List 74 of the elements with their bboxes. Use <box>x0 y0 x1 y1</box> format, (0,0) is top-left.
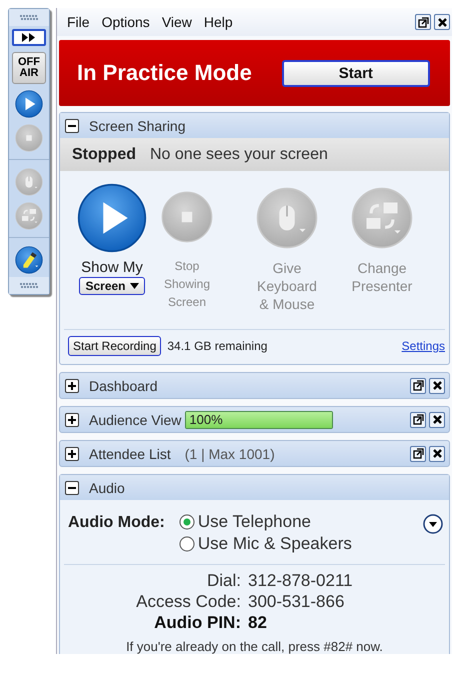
restore-button[interactable] <box>410 412 426 428</box>
screen-dropdown[interactable]: Screen <box>79 277 145 295</box>
start-button[interactable]: Start <box>282 60 430 86</box>
panel-header[interactable]: Attendee List (1 | Max 1001) <box>59 440 450 467</box>
expand-button[interactable] <box>65 412 79 426</box>
panel-title: Dashboard <box>89 378 158 394</box>
panel-header[interactable]: Audience View 100% <box>59 406 450 433</box>
close-button[interactable] <box>429 378 445 394</box>
close-icon <box>432 448 442 459</box>
restore-button[interactable] <box>410 378 426 394</box>
close-icon <box>432 380 442 391</box>
audio-note: If you're already on the call, press #82# now. <box>125 639 384 654</box>
menu-item[interactable]: View <box>162 14 192 30</box>
restore-button[interactable] <box>415 14 431 30</box>
close-button[interactable] <box>429 446 445 462</box>
plus-icon <box>67 380 77 390</box>
mode-title: In Practice Mode <box>77 60 252 86</box>
close-button[interactable] <box>434 14 450 30</box>
action-label: Stop Showing Screen <box>162 258 212 311</box>
close-button[interactable] <box>429 412 445 428</box>
restore-icon <box>412 380 424 391</box>
off-air-button[interactable]: OFF AIR <box>12 52 46 84</box>
info-value: 312-878-0211 <box>248 571 354 591</box>
grip-handle[interactable] <box>20 15 38 20</box>
play-icon[interactable] <box>15 90 43 118</box>
panel-title: Audio <box>89 480 125 496</box>
radio-option[interactable]: Use Mic & Speakers <box>178 534 352 554</box>
panel-title: Audience View <box>89 412 182 428</box>
fast-forward-icon <box>22 33 36 42</box>
dropdown-icon[interactable] <box>423 514 443 534</box>
info-value: 300-531-866 <box>248 592 346 612</box>
collapse-button[interactable] <box>65 480 79 494</box>
expand-button[interactable] <box>65 378 79 392</box>
status-text: No one sees your screen <box>150 146 328 164</box>
progress-text: 100% <box>189 412 223 428</box>
radio-button[interactable] <box>178 514 195 530</box>
restore-icon <box>418 16 428 28</box>
info-label: Access Code: <box>135 592 241 612</box>
audio-mode-label: Audio Mode: <box>68 513 165 532</box>
radio-option[interactable]: Use Telephone <box>178 512 352 532</box>
panel-header[interactable]: Dashboard <box>59 372 450 399</box>
panel-title: Screen Sharing <box>89 118 186 134</box>
expand-button[interactable] <box>12 29 46 46</box>
storage-remaining: 34.1 GB remaining <box>167 339 268 353</box>
action-label: Change Presenter <box>350 259 414 295</box>
menu-item[interactable]: File <box>67 14 90 30</box>
radio-button[interactable] <box>178 536 195 552</box>
menu-item[interactable]: Options <box>102 14 150 30</box>
info-label: Audio PIN: <box>153 613 241 633</box>
settings-link[interactable]: Settings <box>402 339 445 353</box>
close-icon <box>432 414 442 425</box>
collapse-button[interactable] <box>65 118 79 132</box>
panel-header[interactable]: Audio <box>60 475 449 500</box>
caret-icon <box>130 283 139 289</box>
info-value: 82 <box>248 613 268 633</box>
close-icon <box>436 16 448 28</box>
expand-button[interactable] <box>65 446 79 460</box>
start-recording-button[interactable]: Start Recording <box>68 336 162 356</box>
plus-icon <box>67 414 77 424</box>
panel-title: Attendee List <box>89 446 171 462</box>
info-label: Dial: <box>206 571 241 591</box>
panel-header[interactable]: Screen Sharing <box>60 113 449 138</box>
menu-item[interactable]: Help <box>204 14 233 30</box>
status-label: Stopped <box>72 146 136 164</box>
restore-icon <box>412 414 424 425</box>
action-label: Show My <box>81 259 143 277</box>
highlighter-icon[interactable] <box>15 246 43 274</box>
grip-handle[interactable] <box>20 283 38 288</box>
plus-icon <box>67 448 77 458</box>
restore-button[interactable] <box>410 446 426 462</box>
restore-icon <box>412 448 424 459</box>
play-icon[interactable] <box>77 183 147 253</box>
attendee-count: (1 | Max 1001) <box>184 446 275 462</box>
action-label: Give Keyboard & Mouse <box>256 259 318 313</box>
